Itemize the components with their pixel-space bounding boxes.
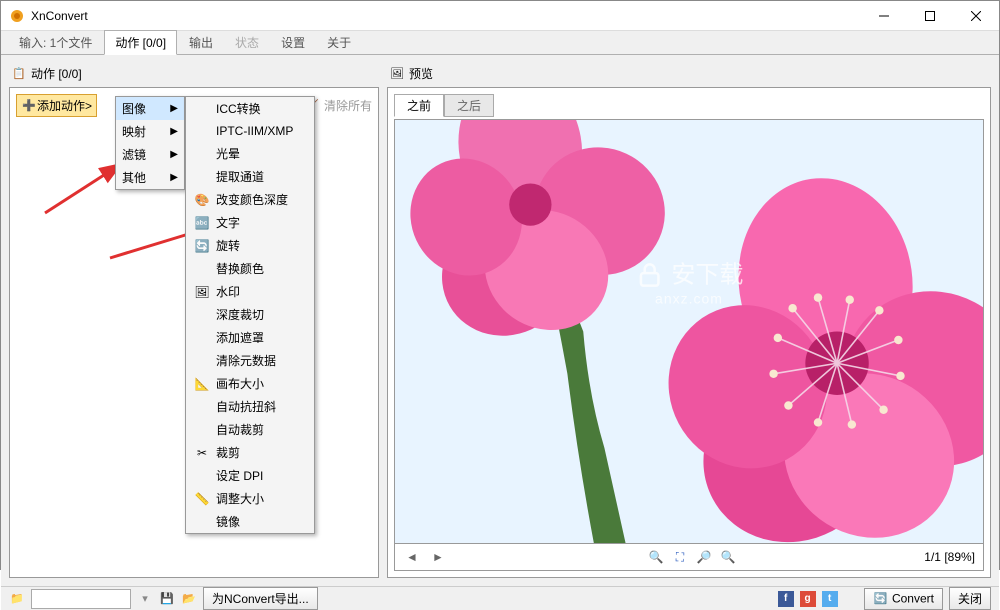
window-title: XnConvert [31, 9, 861, 23]
save-icon[interactable]: 💾 [159, 591, 175, 607]
actions-title: 动作 [0/0] [31, 65, 82, 82]
submenu-item-16[interactable]: 设定 DPI [186, 464, 314, 487]
tab-after[interactable]: 之后 [444, 94, 494, 117]
chevron-right-icon: ▶ [170, 126, 178, 137]
add-action-label: 添加动作> [37, 97, 92, 114]
menu-item-icon: 🎨 [192, 192, 212, 208]
google-plus-icon[interactable]: g [800, 591, 816, 607]
twitter-icon[interactable]: t [822, 591, 838, 607]
convert-button[interactable]: 🔄 Convert [864, 588, 943, 610]
menu-item-filter[interactable]: 滤镜▶ [116, 143, 184, 166]
minimize-button[interactable] [861, 1, 907, 31]
plus-icon: ➕ [21, 98, 37, 114]
menu-item-icon [192, 422, 212, 438]
submenu-item-15[interactable]: ✂裁剪 [186, 441, 314, 464]
submenu-item-13[interactable]: 自动抗扭斜 [186, 395, 314, 418]
menu-item-icon: 📏 [192, 491, 212, 507]
menu-item-icon: 🖼 [192, 284, 212, 300]
menu-item-icon: 🔤 [192, 215, 212, 231]
chevron-right-icon: ▶ [170, 103, 178, 114]
tab-settings[interactable]: 设置 [271, 31, 315, 54]
menu-item-icon [192, 353, 212, 369]
tab-status[interactable]: 状态 [225, 31, 269, 54]
open-folder-icon[interactable]: 📁 [9, 591, 25, 607]
submenu-item-11[interactable]: 清除元数据 [186, 349, 314, 372]
preview-title: 预览 [409, 65, 433, 82]
submenu-item-12[interactable]: 📐画布大小 [186, 372, 314, 395]
app-icon [9, 8, 25, 24]
export-nconvert-button[interactable]: 为NConvert导出... [203, 587, 318, 610]
close-button-footer[interactable]: 关闭 [949, 587, 991, 610]
submenu-item-1[interactable]: IPTC-IIM/XMP [186, 120, 314, 142]
footer: 📁 ▾ 💾 📂 为NConvert导出... f g t 🔄 Convert 关… [1, 586, 999, 610]
list-icon: 📋 [11, 65, 27, 81]
actual-size-button[interactable]: 🔎 [695, 548, 713, 566]
add-action-button[interactable]: ➕ 添加动作> [16, 94, 97, 117]
menu-item-map[interactable]: 映射▶ [116, 120, 184, 143]
submenu-item-10[interactable]: 添加遮罩 [186, 326, 314, 349]
menu-item-icon [192, 330, 212, 346]
chevron-right-icon: ▶ [170, 149, 178, 160]
submenu-item-14[interactable]: 自动裁剪 [186, 418, 314, 441]
open-icon[interactable]: 📂 [181, 591, 197, 607]
main-tabs: 输入: 1个文件 动作 [0/0] 输出 状态 设置 关于 [1, 31, 999, 55]
chevron-right-icon: ▶ [170, 172, 178, 183]
submenu-item-6[interactable]: 🔄旋转 [186, 234, 314, 257]
script-path-input[interactable] [31, 589, 131, 609]
prev-image-button[interactable]: ◄ [403, 548, 421, 566]
page-info: 1/1 [89%] [924, 550, 975, 564]
submenu-item-18[interactable]: 镜像 [186, 510, 314, 533]
preview-image: 安下载 anxz.com [394, 119, 984, 544]
menu-item-icon: ✂ [192, 445, 212, 461]
tab-before[interactable]: 之前 [394, 94, 444, 117]
submenu-item-7[interactable]: 替换颜色 [186, 257, 314, 280]
menu-item-image[interactable]: 图像▶ [116, 97, 184, 120]
submenu-item-9[interactable]: 深度裁切 [186, 303, 314, 326]
menu-item-icon [192, 146, 212, 162]
submenu-item-5[interactable]: 🔤文字 [186, 211, 314, 234]
close-button[interactable] [953, 1, 999, 31]
convert-icon: 🔄 [873, 591, 889, 607]
facebook-icon[interactable]: f [778, 591, 794, 607]
category-menu: 图像▶ 映射▶ 滤镜▶ 其他▶ [115, 96, 185, 190]
submenu-item-17[interactable]: 📏调整大小 [186, 487, 314, 510]
next-image-button[interactable]: ► [429, 548, 447, 566]
menu-item-icon [192, 514, 212, 530]
menu-item-icon [192, 101, 212, 117]
tab-output[interactable]: 输出 [179, 31, 223, 54]
menu-item-other[interactable]: 其他▶ [116, 166, 184, 189]
submenu-item-3[interactable]: 提取通道 [186, 165, 314, 188]
clear-all-button[interactable]: 清除所有 [324, 97, 372, 114]
menu-item-icon [192, 123, 212, 139]
fit-button[interactable]: ⛶ [671, 548, 689, 566]
zoom-in-button[interactable]: 🔍 [647, 548, 665, 566]
tab-input[interactable]: 输入: 1个文件 [9, 31, 102, 54]
submenu-item-8[interactable]: 🖼水印 [186, 280, 314, 303]
menu-item-icon [192, 307, 212, 323]
submenu-item-4[interactable]: 🎨改变颜色深度 [186, 188, 314, 211]
image-submenu: ICC转换IPTC-IIM/XMP光晕提取通道🎨改变颜色深度🔤文字🔄旋转替换颜色… [185, 96, 315, 534]
zoom-out-button[interactable]: 🔍 [719, 548, 737, 566]
preview-icon: 🖼 [389, 65, 405, 81]
titlebar: XnConvert [1, 1, 999, 31]
maximize-button[interactable] [907, 1, 953, 31]
submenu-item-2[interactable]: 光晕 [186, 142, 314, 165]
tab-about[interactable]: 关于 [317, 31, 361, 54]
menu-item-icon [192, 399, 212, 415]
menu-item-icon [192, 169, 212, 185]
menu-item-icon: 🔄 [192, 238, 212, 254]
menu-item-icon [192, 468, 212, 484]
submenu-item-0[interactable]: ICC转换 [186, 97, 314, 120]
dropdown-icon[interactable]: ▾ [137, 591, 153, 607]
menu-item-icon: 📐 [192, 376, 212, 392]
tab-action[interactable]: 动作 [0/0] [104, 30, 177, 55]
menu-item-icon [192, 261, 212, 277]
